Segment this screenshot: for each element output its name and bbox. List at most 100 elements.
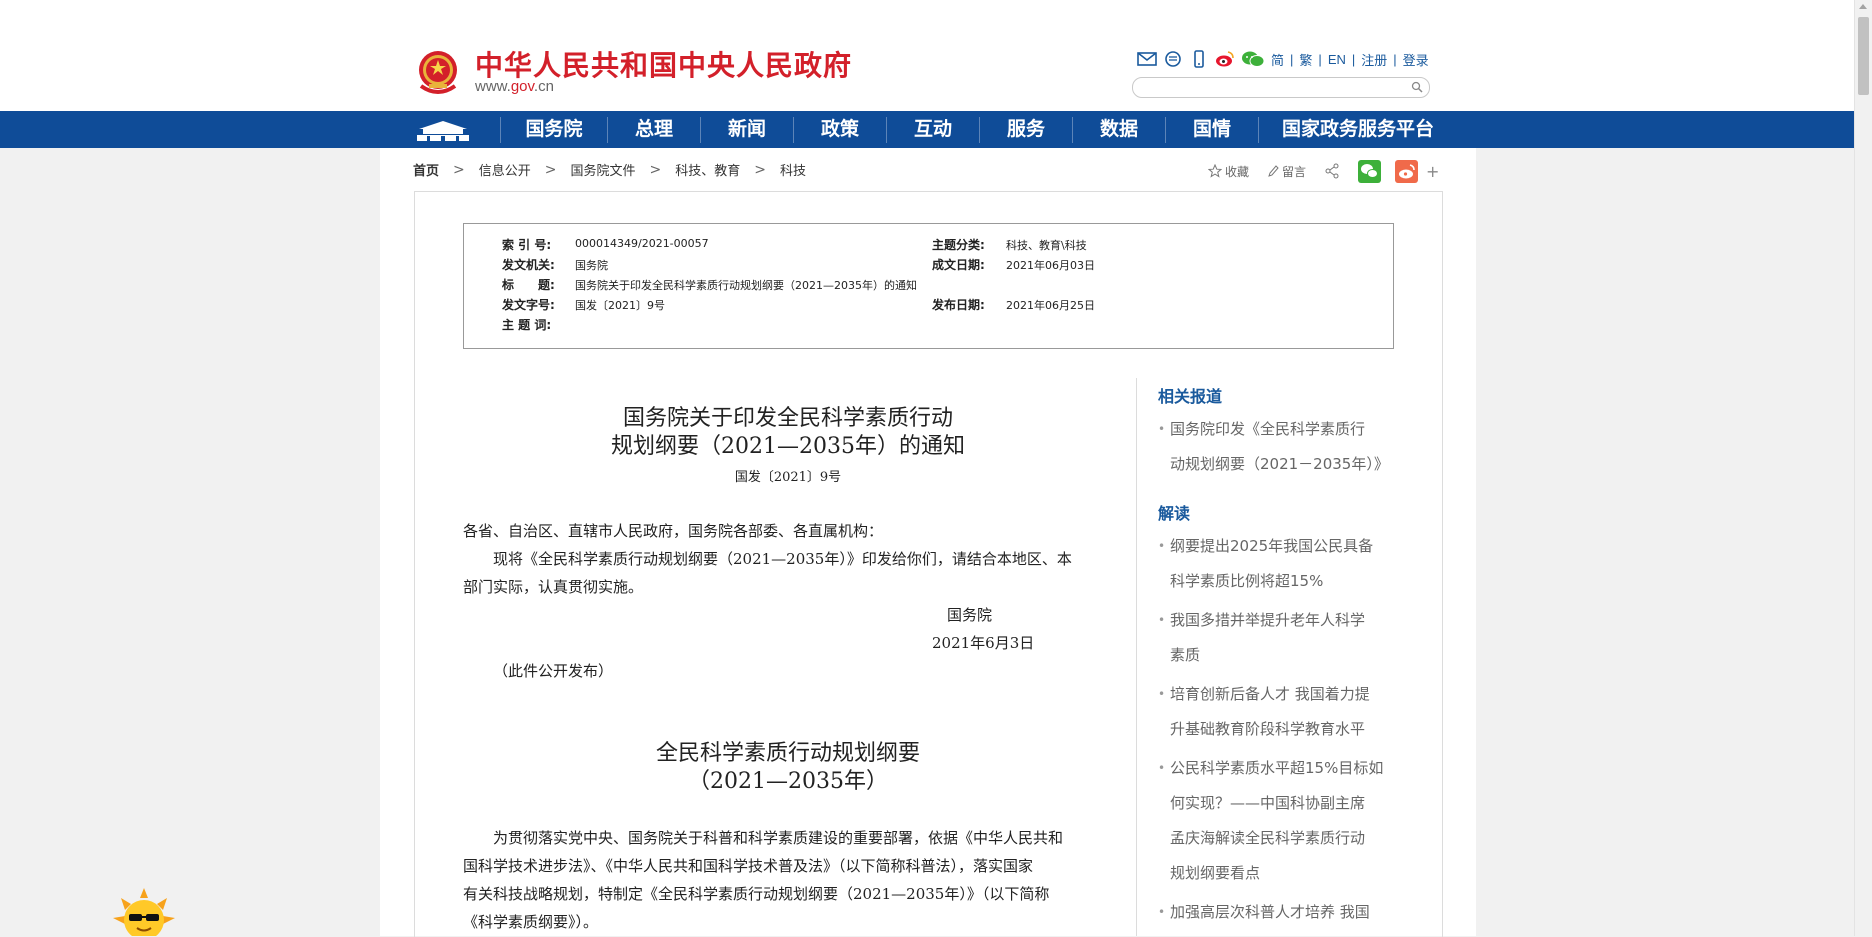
document-info-table: 索 引 号: 000014349/2021-00057 主题分类: 科技、教育\… [463, 223, 1394, 349]
interp-item[interactable]: • 我国多措并举提升老年人科学 素质 [1158, 603, 1398, 673]
article-signer: 国务院 [947, 606, 993, 624]
written-date-label: 成文日期: [932, 258, 985, 272]
register-link[interactable]: 注册 [1361, 50, 1387, 69]
plan-paragraph-line1: 为贯彻落实党中央、国务院关于科普和科学素质建设的重要部署，依据《中华人民共和 [463, 829, 1064, 847]
favorite-button[interactable]: 收藏 [1208, 163, 1249, 180]
plan-title-line2: （2021—2035年） [688, 769, 888, 794]
interp-item[interactable]: • 公民科学素质水平超15%目标如 何实现？——中国科协副主席 孟庆海解读全民科… [1158, 751, 1398, 891]
vertical-scrollbar[interactable] [1854, 0, 1872, 936]
breadcrumb-home[interactable]: 首页 [413, 160, 439, 179]
interp-item-line: 科学素质比例将超15% [1170, 572, 1324, 590]
login-link[interactable]: 登录 [1403, 50, 1429, 69]
plan-paragraph-line3: 有关科技战略规划，特制定《全民科学素质行动规划纲要（2021—2035年）》（以… [463, 885, 1050, 903]
wechat-share-icon [1358, 159, 1382, 183]
doc-number-value: 国发〔2021〕9号 [575, 299, 665, 312]
site-header: 中华人民共和国中央人民政府 www.gov.cn 简 | 繁 | EN | 注册… [0, 0, 1855, 111]
article-date: 2021年6月3日 [932, 634, 1035, 652]
search-input[interactable] [1132, 77, 1430, 98]
sun-mascot-icon[interactable] [113, 888, 175, 936]
scrollbar-thumb[interactable] [1858, 17, 1869, 95]
plan-title: 全民科学素质行动规划纲要 （2021—2035年） [463, 740, 1113, 796]
interp-item-line: 何实现？——中国科协副主席 [1170, 794, 1366, 812]
chevron-right-icon: > [649, 161, 662, 178]
related-item-line1: 国务院印发《全民科学素质行 [1170, 420, 1366, 438]
share-weibo-button[interactable] [1395, 159, 1419, 183]
tiananmen-logo-icon[interactable] [413, 117, 473, 143]
publish-date-label: 发布日期: [932, 298, 985, 312]
nav-data[interactable]: 数据 [1073, 111, 1165, 148]
weibo-share-icon [1395, 159, 1419, 183]
breadcrumb-state-council-docs[interactable]: 国务院文件 [571, 160, 636, 179]
article-title-line2: 规划纲要（2021—2035年）的通知 [611, 434, 965, 459]
share-icon [1325, 163, 1339, 179]
keywords-label: 主 题 词: [502, 318, 552, 332]
interp-item[interactable]: • 纲要提出2025年我国公民具备 科学素质比例将超15% [1158, 529, 1398, 599]
mail-icon[interactable] [1137, 50, 1157, 68]
chevron-right-icon: > [453, 161, 465, 178]
lang-simplified-link[interactable]: 简 [1271, 50, 1284, 69]
interp-item[interactable]: • 培育创新后备人才 我国着力提 升基础教育阶段科学教育水平 [1158, 677, 1398, 747]
site-url-suffix: .cn [533, 78, 554, 95]
nav-gov-service-platform[interactable]: 国家政务服务平台 [1270, 111, 1446, 148]
national-emblem-icon[interactable] [415, 48, 461, 98]
pencil-icon [1268, 165, 1279, 177]
breadcrumb-info-disclosure[interactable]: 信息公开 [479, 160, 531, 179]
breadcrumb-science[interactable]: 科技 [780, 160, 806, 179]
star-icon [1208, 164, 1222, 178]
issuer-value: 国务院 [575, 259, 608, 272]
interp-item-line: 纲要提出2025年我国公民具备 [1170, 537, 1374, 555]
interp-item-line: 孟庆海解读全民科学素质行动 [1170, 829, 1366, 847]
share-button[interactable] [1324, 163, 1340, 179]
nav-news[interactable]: 新闻 [701, 111, 793, 148]
related-item-line2: 动规划纲要（2021－2035年）》 [1170, 455, 1389, 473]
interp-item-line: 素质 [1170, 646, 1201, 664]
share-wechat-button[interactable] [1358, 159, 1382, 183]
doc-number-label: 发文字号: [502, 298, 555, 312]
site-url-prefix: www. [475, 78, 511, 95]
lang-english-link[interactable]: EN [1328, 52, 1346, 67]
nav-premier[interactable]: 总理 [608, 111, 700, 148]
breadcrumb-sci-edu[interactable]: 科技、教育 [675, 160, 740, 179]
top-links: 简 | 繁 | EN | 注册 | 登录 [1137, 48, 1429, 70]
article-body-line2: 部门实际，认真贯彻实施。 [463, 578, 644, 596]
search-icon[interactable] [1411, 81, 1423, 93]
related-item[interactable]: • 国务院印发《全民科学素质行 动规划纲要（2021－2035年）》 [1158, 412, 1398, 482]
mobile-icon[interactable] [1189, 50, 1209, 68]
nav-interaction[interactable]: 互动 [887, 111, 979, 148]
interp-item-line: 升基础教育阶段科学教育水平 [1170, 720, 1366, 738]
interp-item-line: 公民科学素质水平超15%目标如 [1170, 759, 1384, 777]
wechat-icon[interactable] [1241, 50, 1265, 68]
interp-item-line: 培育创新后备人才 我国着力提 [1170, 685, 1370, 703]
plan-title-line1: 全民科学素质行动规划纲要 [655, 741, 920, 766]
article-title-line1: 国务院关于印发全民科学素质行动 [622, 406, 953, 431]
weibo-icon[interactable] [1215, 50, 1235, 68]
plan-paragraph-line2: 国科学技术进步法》、《中华人民共和国科学技术普及法》（以下简称科普法），落实国家 [463, 857, 1034, 875]
more-share-button[interactable]: + [1426, 162, 1439, 181]
title-label: 标 题: [502, 278, 555, 292]
article-salutation: 各省、自治区、直辖市人民政府，国务院各部委、各直属机构： [463, 522, 884, 540]
index-value: 000014349/2021-00057 [575, 237, 709, 250]
nav-state-council[interactable]: 国务院 [501, 111, 607, 148]
title-value: 国务院关于印发全民科学素质行动规划纲要（2021—2035年）的通知 [575, 279, 917, 292]
index-label: 索 引 号: [502, 238, 552, 252]
interp-item-line: 规划纲要看点 [1170, 864, 1261, 882]
chat-icon[interactable] [1163, 50, 1183, 68]
article-note: （此件公开发布） [493, 662, 614, 680]
article-doc-number: 国发〔2021〕9号 [734, 470, 842, 485]
interpretation-heading: 解读 [1158, 504, 1191, 523]
interp-item-line: 我国多措并举提升老年人科学 [1170, 611, 1366, 629]
sidebar-divider [1136, 378, 1137, 936]
chevron-right-icon: > [754, 161, 766, 178]
comment-button[interactable]: 留言 [1267, 163, 1306, 180]
scroll-up-arrow-icon[interactable] [1859, 4, 1867, 9]
share-toolbar: 收藏 留言 + [1208, 159, 1457, 183]
article-body-line1: 现将《全民科学素质行动规划纲要（2021—2035年）》印发给你们，请结合本地区… [463, 550, 1072, 568]
lang-traditional-link[interactable]: 繁 [1299, 50, 1312, 69]
nav-policy[interactable]: 政策 [794, 111, 886, 148]
nav-national-info[interactable]: 国情 [1166, 111, 1258, 148]
comment-label: 留言 [1282, 164, 1307, 179]
breadcrumb: 首页 > 信息公开 > 国务院文件 > 科技、教育 > 科技 [413, 160, 806, 180]
nav-services[interactable]: 服务 [980, 111, 1072, 148]
interp-item[interactable]: • 加强高层次科普人才培养 我国 [1158, 895, 1398, 930]
plan-paragraph-line4: 《科学素质纲要》）。 [463, 913, 599, 931]
